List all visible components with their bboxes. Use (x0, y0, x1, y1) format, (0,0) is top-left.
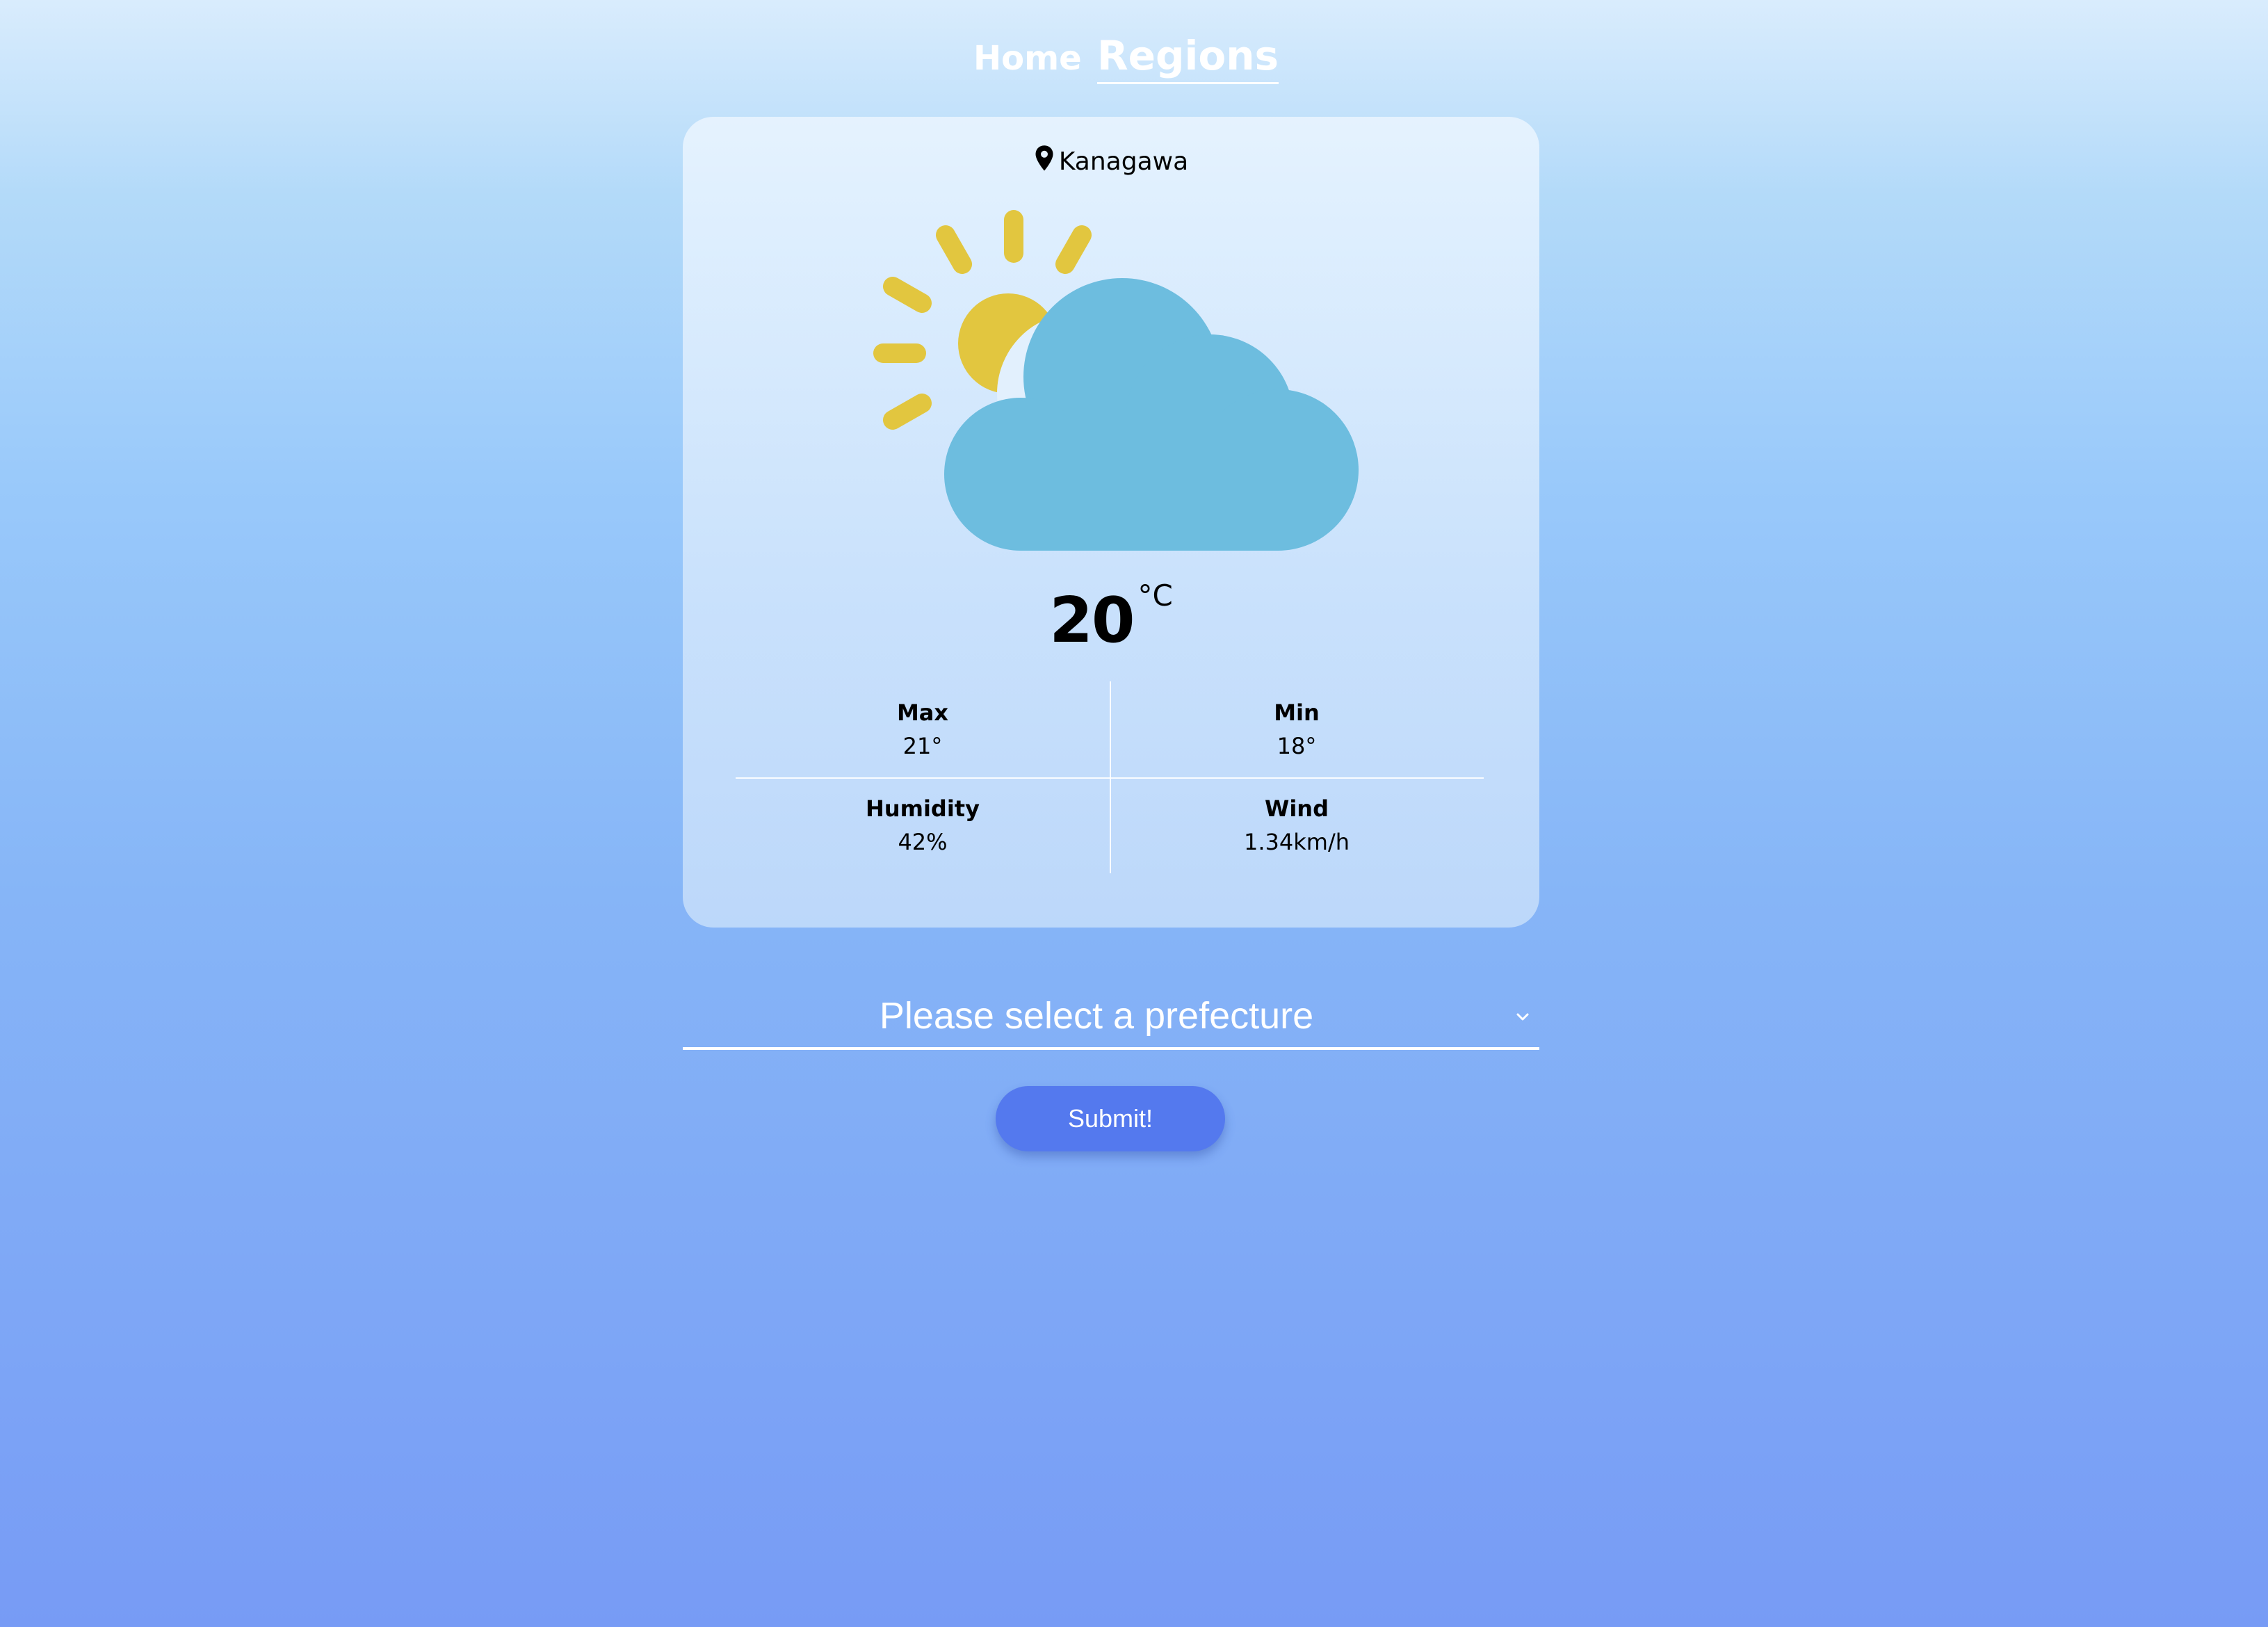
partly-cloudy-icon (873, 210, 1359, 551)
stat-max-label: Max (896, 699, 949, 726)
weather-stats-grid: Max 21° Min 18° Humidity 42% Wind 1.34km… (736, 681, 1484, 873)
chevron-down-icon (1516, 1013, 1529, 1021)
stat-min: Min 18° (1110, 699, 1484, 759)
location-pin-icon (1035, 145, 1053, 171)
submit-button[interactable]: Submit! (996, 1086, 1225, 1151)
stat-humidity: Humidity 42% (736, 795, 1110, 855)
stats-divider-horizontal (736, 777, 1484, 779)
stat-humidity-value: 42% (898, 829, 948, 855)
prefecture-select-value: Please select a prefecture (879, 995, 1314, 1037)
stat-max-value: 21° (902, 733, 943, 759)
location-name: Kanagawa (1058, 147, 1189, 176)
top-navigation: Home Regions (0, 0, 2268, 97)
temperature-unit: °C (1137, 578, 1173, 613)
location-label: Kanagawa (683, 145, 1539, 176)
stat-humidity-label: Humidity (866, 795, 980, 822)
temperature-value: 20 (1049, 584, 1135, 657)
stat-min-label: Min (1274, 699, 1320, 726)
stat-min-value: 18° (1277, 733, 1317, 759)
prefecture-select[interactable]: Please select a prefecture (683, 987, 1539, 1050)
stat-wind: Wind 1.34km/h (1110, 795, 1484, 855)
stat-max: Max 21° (736, 699, 1110, 759)
current-temperature: 20 °C (683, 578, 1539, 657)
stat-wind-value: 1.34km/h (1243, 829, 1350, 855)
nav-link-home[interactable]: Home (973, 39, 1082, 78)
nav-link-regions[interactable]: Regions (1097, 32, 1279, 84)
stat-wind-label: Wind (1265, 795, 1329, 822)
